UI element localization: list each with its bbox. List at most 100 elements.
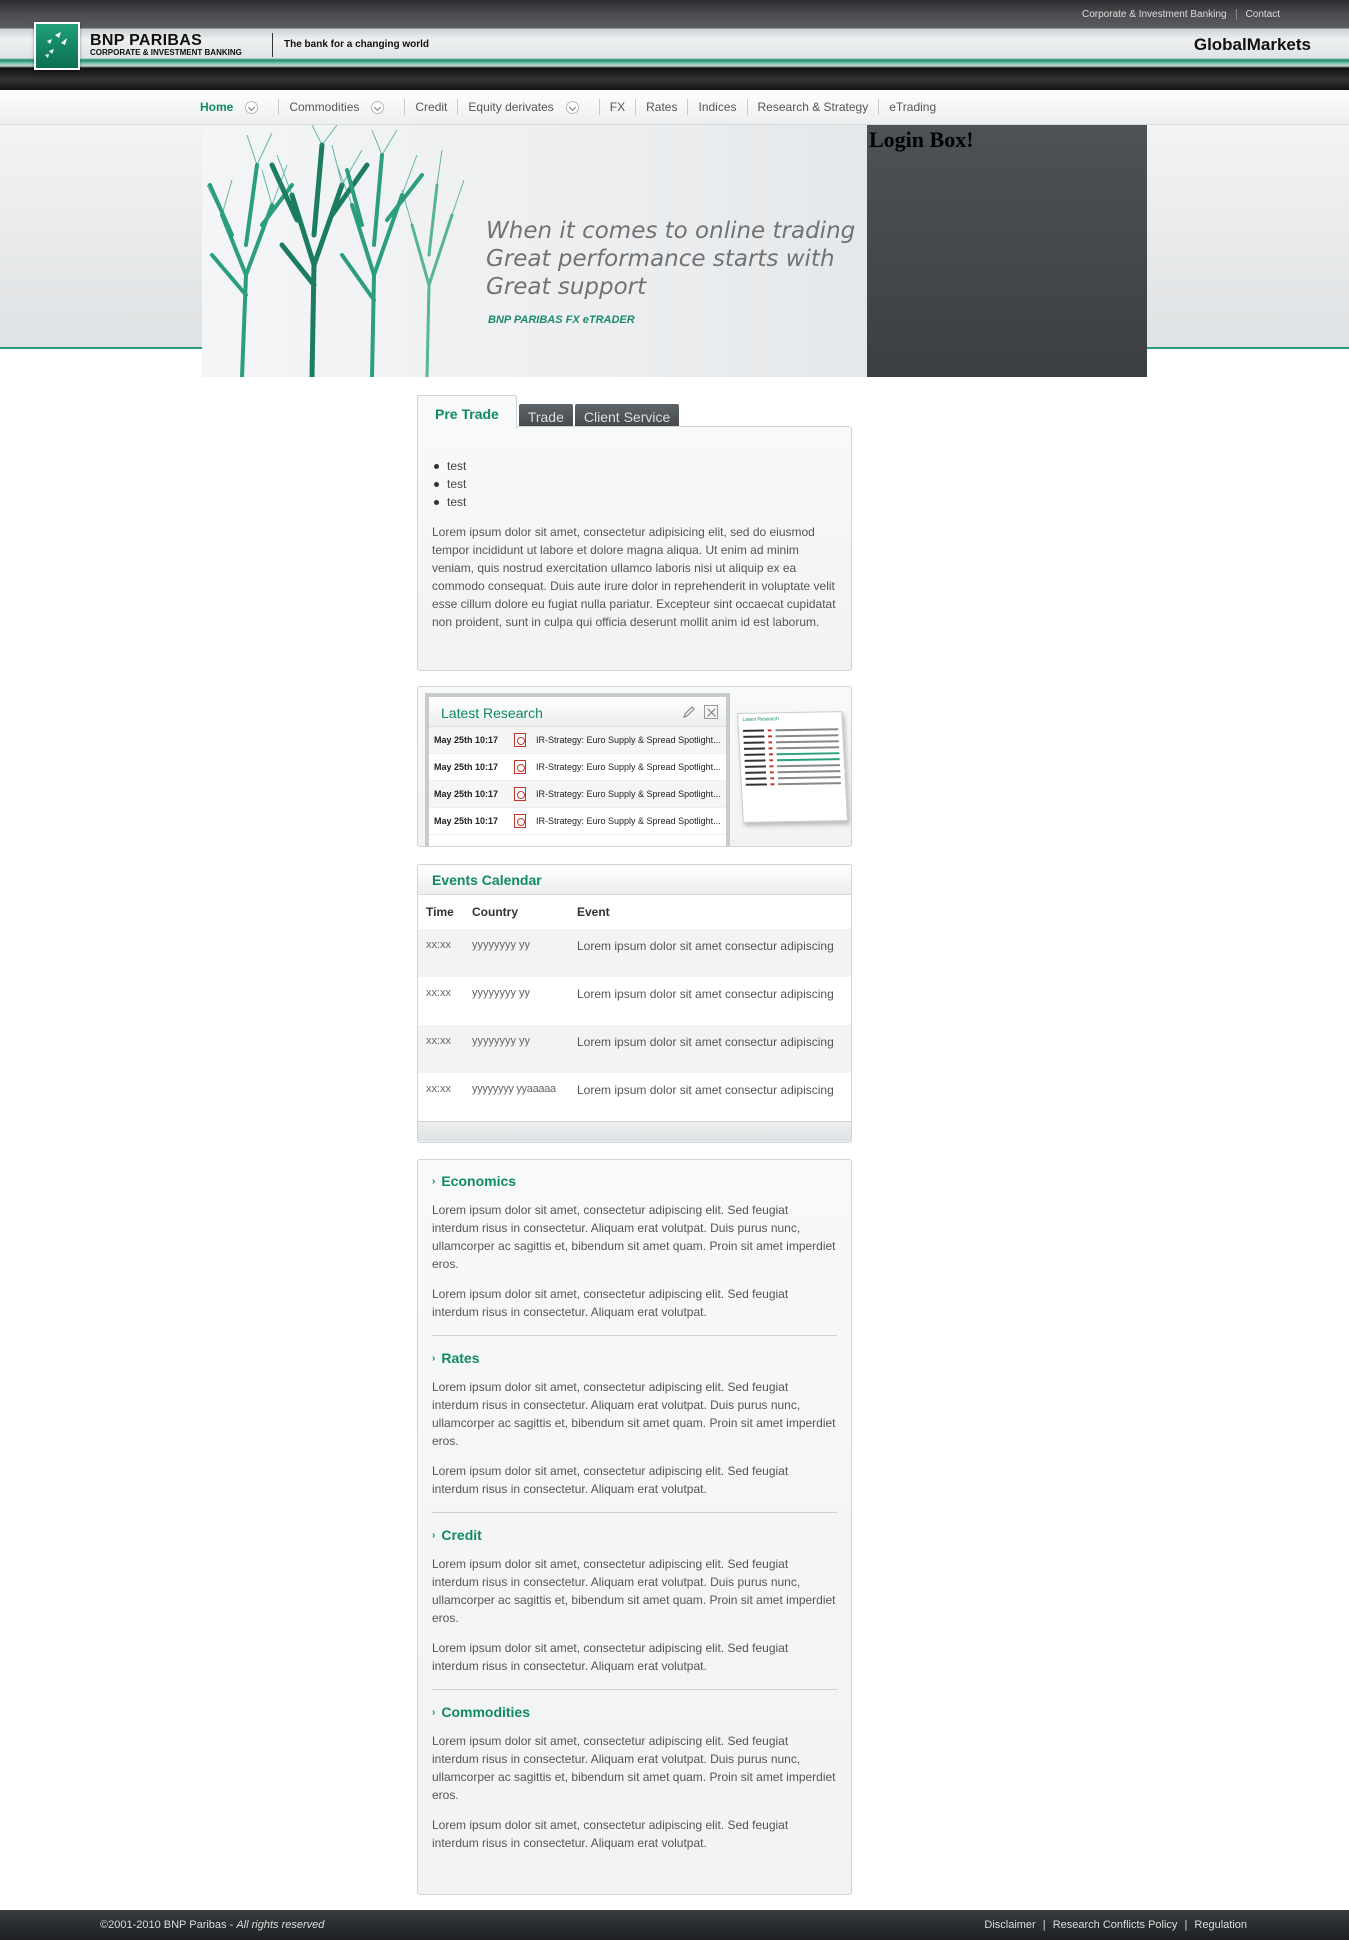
accordion-paragraph: Lorem ipsum dolor sit amet, consectetur … bbox=[432, 1464, 789, 1496]
accordion-section-commodities: › Commodities Lorem ipsum dolor sit amet,… bbox=[432, 1704, 837, 1866]
site-title[interactable]: GlobalMarkets bbox=[1194, 35, 1311, 55]
accordion-paragraph: Lorem ipsum dolor sit amet, consectetur … bbox=[432, 1203, 836, 1271]
close-icon[interactable] bbox=[704, 705, 718, 719]
research-date: May 25th 10:17 bbox=[434, 762, 499, 772]
research-title[interactable]: IR-Strategy: Euro Supply & Spread Spotli… bbox=[536, 762, 721, 772]
nav-item-indices[interactable]: Indices bbox=[687, 99, 746, 115]
footer-link-research-conflicts-policy[interactable]: Research Conflicts Policy bbox=[1051, 1919, 1180, 1931]
nav-item-commodities[interactable]: Commodities bbox=[278, 99, 404, 115]
chevron-down-icon[interactable] bbox=[565, 100, 579, 114]
event-time: xx:xx bbox=[418, 1025, 464, 1073]
research-date: May 25th 10:17 bbox=[434, 816, 499, 826]
event-description: Lorem ipsum dolor sit amet consectur adi… bbox=[569, 1025, 851, 1073]
table-row[interactable]: xx:xx yyyyyyyy yy Lorem ipsum dolor sit … bbox=[418, 977, 851, 1025]
accordion-header-credit[interactable]: › Credit bbox=[432, 1527, 837, 1543]
footer-link-disclaimer[interactable]: Disclaimer bbox=[982, 1919, 1037, 1931]
column-header-country: Country bbox=[472, 905, 518, 919]
footer-separator: | bbox=[1042, 1919, 1046, 1931]
events-header-row: Time Country Event bbox=[418, 895, 851, 929]
nav-item-credit[interactable]: Credit bbox=[404, 99, 457, 115]
preview-line bbox=[743, 734, 839, 738]
hero-line-1: When it comes to online trading bbox=[486, 218, 856, 244]
event-country: yyyyyyyy yy bbox=[472, 987, 531, 999]
events-table: Time Country Event xx:xx yyyyyyyy yy Lor… bbox=[418, 895, 851, 1121]
chevron-right-icon: › bbox=[432, 1706, 436, 1718]
accordion-title: Rates bbox=[441, 1350, 480, 1366]
tagline: The bank for a changing world bbox=[284, 39, 430, 50]
pre-trade-list: test test test bbox=[432, 457, 837, 511]
table-row[interactable]: xx:xx yyyyyyyy yy Lorem ipsum dolor sit … bbox=[418, 929, 851, 977]
accordion-title: Credit bbox=[441, 1527, 482, 1543]
footer-link-regulation[interactable]: Regulation bbox=[1192, 1919, 1249, 1931]
hero-line-3: Great support bbox=[486, 274, 647, 300]
nav-item-fx[interactable]: FX bbox=[598, 99, 635, 115]
event-description: Lorem ipsum dolor sit amet consectur adi… bbox=[569, 929, 851, 977]
preview-line bbox=[744, 752, 840, 756]
research-row[interactable]: May 25th 10:17 IR-Strategy: Euro Supply … bbox=[429, 781, 726, 808]
preview-line bbox=[743, 740, 839, 744]
bnp-logo[interactable] bbox=[34, 22, 80, 70]
preview-line bbox=[745, 782, 841, 786]
nav-item-etrading[interactable]: eTrading bbox=[878, 99, 946, 115]
accordion-paragraph: Lorem ipsum dolor sit amet, consectetur … bbox=[432, 1287, 789, 1319]
tab-client-service[interactable]: Client Service bbox=[574, 404, 680, 428]
nav-item-label: Indices bbox=[698, 100, 737, 114]
nav-item-label: Credit bbox=[415, 100, 448, 114]
market-sections-accordion: › Economics Lorem ipsum dolor sit amet, c… bbox=[417, 1159, 852, 1895]
table-row[interactable]: xx:xx yyyyyyyy yyaaaaa Lorem ipsum dolor… bbox=[418, 1073, 851, 1121]
table-row[interactable]: xx:xx yyyyyyyy yy Lorem ipsum dolor sit … bbox=[418, 1025, 851, 1073]
pre-trade-panel: test test test Lorem ipsum dolor sit ame… bbox=[417, 426, 852, 671]
trees-illustration bbox=[206, 125, 465, 377]
nav-item-home[interactable]: Home bbox=[200, 99, 278, 115]
tab-pre-trade[interactable]: Pre Trade bbox=[417, 395, 517, 429]
chevron-down-icon[interactable] bbox=[245, 100, 259, 114]
pdf-icon[interactable] bbox=[514, 814, 526, 828]
copyright-text: ©2001-2010 BNP Paribas - bbox=[100, 1919, 237, 1931]
accordion-paragraph: Lorem ipsum dolor sit amet, consectetur … bbox=[432, 1818, 789, 1850]
nav-item-equity-derivates[interactable]: Equity derivates bbox=[457, 99, 598, 115]
hero-banner[interactable]: When it comes to online trading Great pe… bbox=[202, 125, 867, 377]
copyright: ©2001-2010 BNP Paribas - All rights rese… bbox=[100, 1919, 324, 1931]
research-title[interactable]: IR-Strategy: Euro Supply & Spread Spotli… bbox=[536, 735, 721, 745]
nav-item-research-strategy[interactable]: Research & Strategy bbox=[746, 99, 879, 115]
accordion-header-rates[interactable]: › Rates bbox=[432, 1350, 837, 1366]
research-title[interactable]: IR-Strategy: Euro Supply & Spread Spotli… bbox=[536, 816, 721, 826]
research-list: May 25th 10:17 IR-Strategy: Euro Supply … bbox=[429, 727, 726, 835]
hero-product-name: BNP PARIBAS FX eTRADER bbox=[488, 314, 635, 326]
nav-item-label: Home bbox=[200, 100, 234, 114]
research-row[interactable]: May 25th 10:17 IR-Strategy: Euro Supply … bbox=[429, 808, 726, 835]
bnp-stars-logo-icon bbox=[45, 32, 67, 58]
research-title[interactable]: IR-Strategy: Euro Supply & Spread Spotli… bbox=[536, 789, 721, 799]
login-box-title: Login Box! bbox=[869, 127, 974, 152]
research-date: May 25th 10:17 bbox=[434, 789, 499, 799]
hero-headline: When it comes to online trading Great pe… bbox=[486, 217, 855, 301]
accordion-header-commodities[interactable]: › Commodities bbox=[432, 1704, 837, 1720]
nav-item-rates[interactable]: Rates bbox=[635, 99, 687, 115]
footer-separator: | bbox=[1184, 1919, 1188, 1931]
research-widget-title: Latest Research bbox=[441, 705, 543, 721]
event-country: yyyyyyyy yy bbox=[464, 929, 569, 977]
research-row[interactable]: May 25th 10:17 IR-Strategy: Euro Supply … bbox=[429, 727, 726, 754]
event-country: yyyyyyyy yy bbox=[464, 1025, 569, 1073]
list-item: test bbox=[432, 493, 837, 511]
research-row[interactable]: May 25th 10:17 IR-Strategy: Euro Supply … bbox=[429, 754, 726, 781]
top-link-cib[interactable]: Corporate & Investment Banking bbox=[1073, 9, 1236, 20]
nav-item-label: Equity derivates bbox=[468, 100, 554, 114]
pdf-icon[interactable] bbox=[514, 760, 526, 774]
rights-text: All rights reserved bbox=[236, 1919, 325, 1931]
list-item: test bbox=[432, 457, 837, 475]
nav-item-label: Research & Strategy bbox=[757, 100, 869, 114]
tab-trade[interactable]: Trade bbox=[518, 404, 573, 428]
pdf-icon[interactable] bbox=[514, 733, 526, 747]
chevron-down-icon[interactable] bbox=[371, 100, 385, 114]
event-description: Lorem ipsum dolor sit amet consectur adi… bbox=[577, 987, 834, 1001]
research-widget-preview: Latest Research bbox=[737, 711, 848, 823]
top-link-contact[interactable]: Contact bbox=[1237, 9, 1289, 20]
accordion-title: Economics bbox=[441, 1173, 517, 1189]
footer: ©2001-2010 BNP Paribas - All rights rese… bbox=[0, 1910, 1349, 1940]
accordion-header-economics[interactable]: › Economics bbox=[432, 1173, 837, 1189]
pencil-icon[interactable] bbox=[682, 705, 696, 719]
pdf-icon[interactable] bbox=[514, 787, 526, 801]
preview-line bbox=[742, 728, 839, 732]
login-box[interactable]: Login Box! bbox=[867, 125, 1147, 377]
